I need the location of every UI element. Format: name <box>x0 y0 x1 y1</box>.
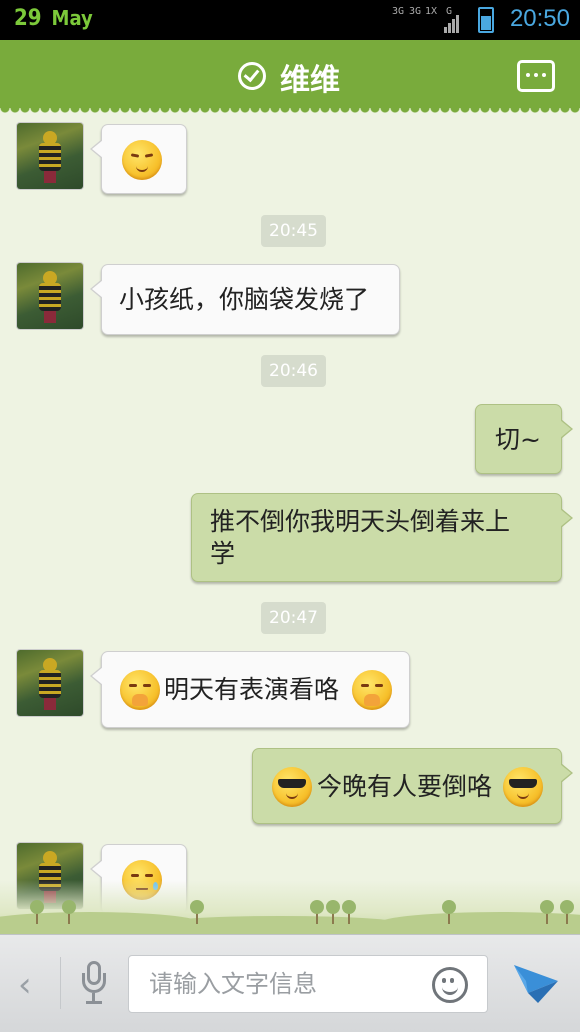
sunglasses-face-icon <box>503 767 543 807</box>
smiley-icon[interactable] <box>432 967 468 1003</box>
network-label-1x: 1X <box>425 6 438 17</box>
contact-name[interactable]: 维维 <box>280 55 340 99</box>
hands-over-mouth-face-icon <box>352 670 392 710</box>
timestamp: 20:46 <box>261 355 326 387</box>
message-input-bar: ‹ 请输入文字信息 <box>0 934 580 1032</box>
message-bubble-outgoing[interactable]: 切~ <box>475 404 573 474</box>
status-month: May <box>51 6 93 30</box>
network-label-3g: 3G <box>392 6 405 17</box>
message-bubble-outgoing[interactable]: 今晚有人要倒咯 <box>252 748 573 824</box>
message-bubble-incoming[interactable] <box>90 124 187 194</box>
timestamp: 20:47 <box>261 602 326 634</box>
divider <box>60 957 61 1009</box>
message-text: 明天有表演看咯 <box>164 675 340 704</box>
hands-over-mouth-face-icon <box>120 670 160 710</box>
status-time: 20:50 <box>509 5 570 32</box>
content-face-icon <box>122 140 162 180</box>
network-indicators: 3G 3G 1X G <box>392 6 502 34</box>
sunglasses-face-icon <box>272 767 312 807</box>
status-date: 29 May <box>14 6 93 31</box>
message-text: 今晚有人要倒咯 <box>317 772 493 801</box>
status-bar: 29 May 3G 3G 1X G 20:50 <box>0 0 580 40</box>
decorative-scenery <box>0 880 580 934</box>
microphone-icon[interactable] <box>82 961 106 1009</box>
timestamp: 20:45 <box>261 215 326 247</box>
contact-avatar[interactable] <box>17 650 83 716</box>
message-input-placeholder: 请输入文字信息 <box>149 970 317 998</box>
message-bubble-incoming[interactable]: 小孩纸，你脑袋发烧了 <box>90 264 400 335</box>
message-text: 切~ <box>495 425 541 454</box>
message-text-line2: 学 <box>210 539 236 568</box>
battery-icon <box>478 7 494 33</box>
signal-bars-icon <box>444 14 460 33</box>
message-text-line1: 推不倒你我明天头倒着来上 <box>210 507 511 536</box>
chevron-left-icon[interactable]: ‹ <box>18 965 32 1005</box>
chat-header: 维维 <box>0 40 580 114</box>
network-label-3g-2: 3G <box>409 6 422 17</box>
message-text: 小孩纸，你脑袋发烧了 <box>119 285 370 314</box>
contact-avatar[interactable] <box>17 123 83 189</box>
contact-avatar[interactable] <box>17 263 83 329</box>
more-dots-icon[interactable] <box>517 60 555 92</box>
message-bubble-incoming[interactable]: 明天有表演看咯 <box>90 651 410 728</box>
check-circle-icon <box>238 62 266 90</box>
message-bubble-outgoing[interactable]: 推不倒你我明天头倒着来上 学 <box>191 493 573 582</box>
status-day: 29 <box>14 6 42 31</box>
send-arrow-icon[interactable] <box>512 961 560 1005</box>
